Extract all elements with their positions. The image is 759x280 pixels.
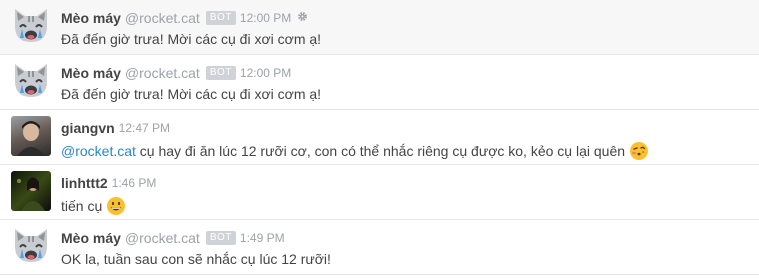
avatar[interactable] [11, 116, 51, 156]
avatar[interactable] [11, 6, 51, 46]
avatar[interactable] [11, 61, 51, 101]
mention-link[interactable]: @rocket.cat [61, 143, 136, 159]
gear-icon[interactable] [297, 9, 308, 27]
username[interactable]: Mèo máy [61, 65, 121, 81]
cat-icon [11, 226, 51, 266]
username[interactable]: giangvn [61, 120, 115, 136]
timestamp: 12:47 PM [118, 120, 171, 135]
bot-badge: BOT [205, 65, 236, 80]
message-header: Mèo máy @rocket.cat BOT 12:00 PM [61, 9, 308, 27]
bot-badge: BOT [205, 230, 236, 245]
message-header: Mèo máy @rocket.cat BOT 1:49 PM [61, 229, 285, 247]
message-text: Đã đến giờ trưa! Mời các cụ đi xơi cơm ạ… [61, 31, 322, 47]
username[interactable]: linhttt2 [61, 175, 108, 191]
message-text: @rocket.cat cụ hay đi ăn lúc 12 rưỡi cơ,… [61, 141, 649, 164]
message-item[interactable]: linhttt2 1:46 PM tiến cụ [0, 165, 759, 220]
message-item[interactable]: Mèo máy @rocket.cat BOT 12:00 PM Đã đến giờ… [0, 55, 759, 110]
bot-badge: BOT [205, 11, 236, 25]
message-header: Mèo máy @rocket.cat BOT 12:00 PM [61, 64, 291, 82]
user-photo [17, 121, 45, 156]
cat-icon [11, 61, 51, 101]
timestamp: 1:46 PM [111, 175, 157, 190]
message-item[interactable]: Mèo máy @rocket.cat BOT 1:49 PM OK la, tuần… [0, 220, 759, 275]
timestamp: 12:00 PM [239, 11, 292, 25]
user-photo [17, 177, 45, 211]
user-handle[interactable]: @rocket.cat [125, 230, 200, 246]
user-handle[interactable]: @rocket.cat [125, 65, 200, 81]
message-text-content: cụ hay đi ăn lúc 12 rưỡi cơ, con có thể … [135, 143, 626, 160]
user-handle[interactable]: @rocket.cat [125, 10, 200, 26]
message-header: linhttt2 1:46 PM [61, 174, 156, 192]
grinning-face-emoji [106, 196, 126, 219]
avatar[interactable] [11, 171, 51, 211]
username[interactable]: Mèo máy [61, 10, 121, 26]
message-header: giangvn 12:47 PM [61, 119, 170, 137]
message-item[interactable]: giangvn 12:47 PM @rocket.cat cụ hay đi ăn… [0, 110, 759, 165]
timestamp: 1:49 PM [239, 230, 285, 245]
timestamp: 12:00 PM [239, 65, 292, 80]
message-text: tiến cụ [61, 196, 126, 219]
message-text: Đã đến giờ trưa! Mời các cụ đi xơi cơm ạ… [61, 86, 322, 102]
cat-icon [11, 6, 51, 46]
message-item[interactable]: Mèo máy @rocket.cat BOT 12:00 PM Đã đến giờ… [0, 0, 759, 55]
avatar[interactable] [11, 226, 51, 266]
message-text-content: tiến cụ [61, 198, 103, 215]
kissing-face-emoji [629, 141, 649, 164]
message-text: OK la, tuần sau con sẽ nhắc cụ lúc 12 rư… [61, 251, 331, 267]
username[interactable]: Mèo máy [61, 230, 121, 246]
